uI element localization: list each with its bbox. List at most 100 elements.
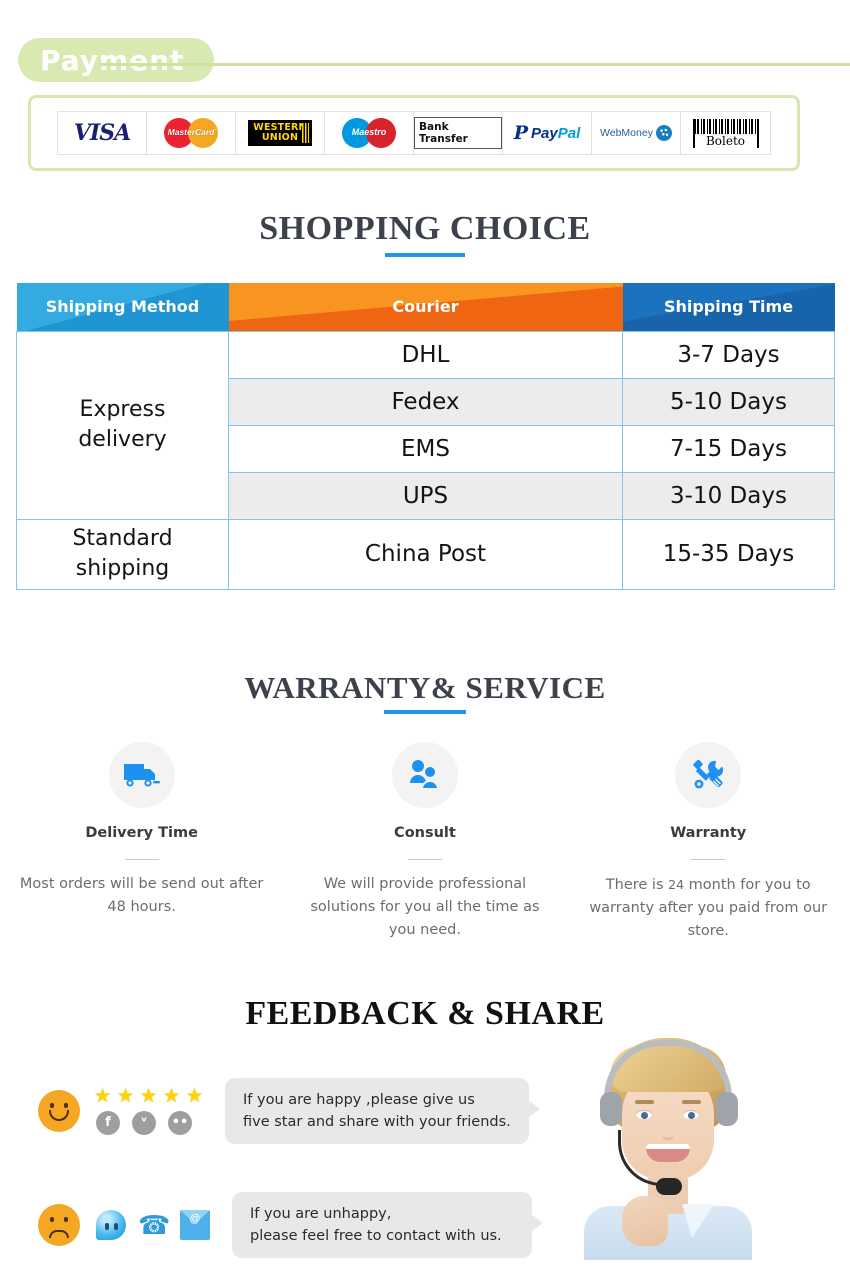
sad-eye-left [50, 1217, 54, 1222]
sad-mouth [49, 1230, 69, 1238]
facebook-icon[interactable]: f [96, 1110, 120, 1135]
payment-method-visa[interactable]: VISA [58, 112, 147, 154]
service-text-delivery-time: Most orders will be send out after 48 ho… [19, 876, 264, 915]
delivery-truck-icon [123, 764, 160, 787]
payment-methods-box: VISA MasterCard WESTERN UNION Maestro Ba… [28, 95, 800, 171]
unhappy-message-line1: If you are unhappy, [250, 1206, 392, 1222]
cell-time-fedex: 5-10 Days [622, 377, 835, 426]
product-description-page: Payment VISA MasterCard WESTERN UNION Ma… [0, 0, 850, 1285]
happy-message-line2: five star and share with your friends. [243, 1114, 511, 1130]
star-icon[interactable]: ★ [94, 1087, 111, 1106]
rating-and-socials: ★ ★ ★ ★ ★ f ᵛ •• [94, 1087, 203, 1135]
payment-badge-label: Payment [40, 43, 185, 77]
method-express-line2: delivery [78, 427, 167, 452]
headset-boom-arm [618, 1130, 662, 1186]
service-label-warranty: Warranty [670, 825, 747, 841]
consult-people-icon [409, 760, 439, 790]
column-header-shipping-time: Shipping Time [622, 283, 835, 331]
feedback-happy-row: ★ ★ ★ ★ ★ f ᵛ •• If you are happy ,pleas… [38, 1078, 540, 1144]
social-share-icons: f ᵛ •• [96, 1110, 203, 1135]
agent-pupil-left [641, 1112, 648, 1119]
cell-courier-ups: UPS [228, 471, 623, 520]
flickr-icon[interactable]: •• [168, 1110, 192, 1135]
bank-transfer-logo: Bank Transfer [414, 117, 502, 149]
happy-mouth [49, 1110, 69, 1121]
service-divider [691, 859, 726, 860]
shopping-choice-title: SHOPPING CHOICE [259, 210, 591, 247]
cell-courier-ems: EMS [228, 424, 623, 473]
star-icon[interactable]: ★ [163, 1087, 180, 1106]
mastercard-label: MasterCard [167, 127, 215, 137]
chat-bubble-icon[interactable] [96, 1210, 126, 1240]
happy-message-bubble: If you are happy ,please give us five st… [225, 1078, 540, 1144]
feedback-share-title: FEEDBACK & SHARE [245, 995, 605, 1032]
payment-method-paypal[interactable]: P Pay Pal [503, 112, 592, 154]
contact-channel-icons: ☎ @ [96, 1210, 210, 1240]
agent-eyebrow-left [635, 1100, 654, 1104]
table-row: Express delivery DHL 3-7 Days [16, 330, 835, 520]
service-text-consult: We will provide professional solutions f… [310, 876, 540, 938]
maestro-logo: Maestro [342, 118, 396, 148]
happy-message-line1: If you are happy ,please give us [243, 1092, 475, 1108]
payment-header-rule [100, 63, 850, 66]
method-standard-line2: shipping [75, 556, 170, 581]
paypal-p-glyph-icon: P [513, 122, 529, 144]
payment-method-mastercard[interactable]: MasterCard [147, 112, 236, 154]
webmoney-globe-icon [655, 125, 672, 141]
method-express-line1: Express [79, 397, 166, 422]
western-union-line2: UNION [261, 132, 299, 143]
payment-method-boleto[interactable]: Boleto [681, 112, 770, 154]
agent-pupil-right [688, 1112, 695, 1119]
customer-service-agent-photo [578, 1038, 758, 1260]
boleto-logo: Boleto [692, 118, 759, 148]
service-text-warranty: There is 24 month for you to warranty af… [583, 873, 833, 943]
smiley-sad-icon [38, 1204, 80, 1246]
cell-method-express: Express delivery [16, 330, 229, 520]
warranty-text-part1: There is [605, 877, 664, 893]
paypal-label-pal: Pal [557, 124, 581, 142]
shipping-options-table: Shipping Method Courier Shipping Time Ex… [16, 283, 835, 590]
email-envelope-icon[interactable]: @ [180, 1210, 210, 1240]
service-divider [407, 859, 442, 860]
cell-courier-china-post: China Post [228, 518, 623, 590]
webmoney-logo: WebMoney [600, 125, 672, 141]
paypal-logo: P Pay Pal [514, 122, 581, 144]
payment-badge: Payment [18, 38, 214, 82]
tools-wrench-screwdriver-icon [693, 759, 724, 789]
cell-time-china-post: 15-35 Days [622, 518, 835, 590]
payment-method-webmoney[interactable]: WebMoney [592, 112, 681, 154]
column-header-shipping-method: Shipping Method [16, 283, 229, 331]
maestro-label: Maestro [351, 127, 387, 137]
star-icon[interactable]: ★ [186, 1087, 203, 1106]
payment-method-bank-transfer[interactable]: Bank Transfer [414, 112, 503, 154]
cell-method-standard: Standard shipping [16, 518, 229, 590]
star-icon[interactable]: ★ [140, 1087, 157, 1106]
shopping-choice-underline [385, 253, 465, 257]
warranty-service-title: WARRANTY& SERVICE [244, 670, 606, 705]
headset-earcup-right [716, 1092, 738, 1126]
cell-courier-dhl: DHL [228, 330, 623, 379]
consult-people-icon-circle [391, 742, 458, 808]
mastercard-logo: MasterCard [164, 118, 218, 148]
agent-eyebrow-right [682, 1100, 701, 1104]
five-star-rating[interactable]: ★ ★ ★ ★ ★ [94, 1087, 203, 1106]
payment-methods-strip: VISA MasterCard WESTERN UNION Maestro Ba… [57, 111, 771, 155]
phone-ringing-icon[interactable]: ☎ [138, 1210, 170, 1240]
headset-microphone-icon [656, 1178, 682, 1195]
email-at-glyph: @ [189, 1213, 201, 1225]
happy-eye-left [50, 1103, 54, 1108]
delivery-truck-icon-circle [108, 742, 175, 808]
star-icon[interactable]: ★ [117, 1087, 134, 1106]
cell-time-dhl: 3-7 Days [622, 330, 835, 379]
happy-eye-right [64, 1103, 68, 1108]
payment-method-maestro[interactable]: Maestro [325, 112, 414, 154]
service-item-consult: Consult We will provide professional sol… [283, 742, 566, 943]
visa-logo: VISA [73, 120, 131, 146]
table-header-row: Shipping Method Courier Shipping Time [16, 283, 835, 331]
payment-method-western-union[interactable]: WESTERN UNION [236, 112, 325, 154]
headset-earcup-left [600, 1092, 622, 1126]
cell-courier-fedex: Fedex [228, 377, 623, 426]
agent-shirt [584, 1206, 752, 1260]
twitter-icon[interactable]: ᵛ [132, 1110, 156, 1135]
service-features-row: Delivery Time Most orders will be send o… [0, 742, 850, 943]
